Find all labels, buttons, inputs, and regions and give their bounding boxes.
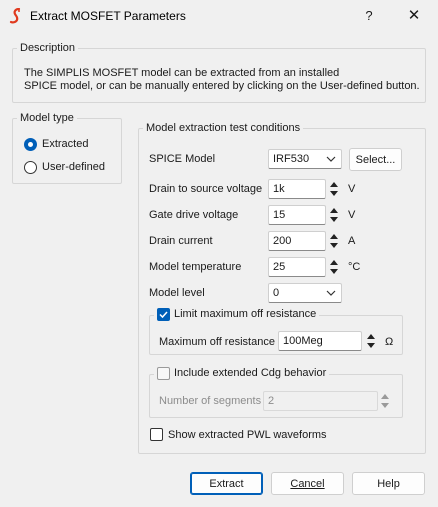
cancel-button-label: Cancel <box>290 478 325 490</box>
chevron-down-icon <box>326 156 336 162</box>
description-label: Description <box>17 42 79 54</box>
model-temperature-unit: °C <box>348 261 361 273</box>
help-icon[interactable]: ? <box>356 6 382 26</box>
description-line-1: The SIMPLIS MOSFET model can be extracte… <box>24 67 340 79</box>
drain-current-label: Drain current <box>149 235 213 247</box>
gate-drive-voltage-field[interactable]: 15 <box>268 205 326 225</box>
model-level-value: 0 <box>273 287 280 299</box>
user-defined-radio[interactable] <box>24 161 37 174</box>
extended-cdg-label[interactable]: Include extended Cdg behavior <box>174 367 326 379</box>
max-off-resistance-label: Maximum off resistance <box>159 336 275 348</box>
model-temperature-spinner[interactable] <box>328 257 340 277</box>
gate-drive-voltage-label: Gate drive voltage <box>149 209 239 221</box>
cancel-button[interactable]: Cancel <box>271 472 344 495</box>
select-button[interactable]: Select... <box>349 148 402 171</box>
model-level-label: Model level <box>149 287 205 299</box>
max-off-resistance-spinner[interactable] <box>365 331 377 351</box>
spice-model-value: IRF530 <box>273 153 310 165</box>
simplis-app-icon <box>9 8 21 24</box>
help-button[interactable]: Help <box>352 472 425 495</box>
checkmark-icon <box>159 311 168 319</box>
drain-source-voltage-spinner[interactable] <box>328 179 340 199</box>
limit-off-resistance-header: Limit maximum off resistance <box>154 308 320 322</box>
gate-drive-voltage-unit: V <box>348 209 356 221</box>
model-type-label: Model type <box>17 112 77 124</box>
show-pwl-label[interactable]: Show extracted PWL waveforms <box>168 429 327 441</box>
user-defined-radio-label[interactable]: User-defined <box>42 161 105 173</box>
model-level-dropdown[interactable]: 0 <box>268 283 342 303</box>
number-of-segments-field[interactable]: 2 <box>263 391 378 411</box>
limit-off-resistance-label[interactable]: Limit maximum off resistance <box>174 308 316 320</box>
spice-model-label: SPICE Model <box>149 153 216 165</box>
drain-current-spinner[interactable] <box>328 231 340 251</box>
model-temperature-label: Model temperature <box>149 261 242 273</box>
extended-cdg-header: Include extended Cdg behavior <box>154 367 330 381</box>
extracted-radio[interactable] <box>24 138 37 151</box>
close-icon[interactable]: ✕ <box>402 6 426 26</box>
drain-current-field[interactable]: 200 <box>268 231 326 251</box>
number-of-segments-spinner[interactable] <box>379 391 391 411</box>
extract-button[interactable]: Extract <box>190 472 263 495</box>
gate-drive-voltage-spinner[interactable] <box>328 205 340 225</box>
show-pwl-checkbox[interactable] <box>150 428 163 441</box>
model-type-group <box>12 118 122 184</box>
description-line-2: SPICE model, or can be manually entered … <box>24 80 420 92</box>
chevron-down-icon <box>326 290 336 296</box>
spice-model-dropdown[interactable]: IRF530 <box>268 149 342 169</box>
model-temperature-field[interactable]: 25 <box>268 257 326 277</box>
extended-cdg-checkbox[interactable] <box>157 367 170 380</box>
drain-source-voltage-label: Drain to source voltage <box>149 183 263 195</box>
drain-source-voltage-field[interactable]: 1k <box>268 179 326 199</box>
window-title: Extract MOSFET Parameters <box>30 9 186 23</box>
conditions-label: Model extraction test conditions <box>143 122 304 134</box>
max-off-resistance-unit: Ω <box>385 336 394 348</box>
limit-off-resistance-checkbox[interactable] <box>157 308 170 321</box>
drain-source-voltage-unit: V <box>348 183 356 195</box>
max-off-resistance-field[interactable]: 100Meg <box>278 331 362 351</box>
number-of-segments-label: Number of segments <box>159 395 262 407</box>
drain-current-unit: A <box>348 235 356 247</box>
extracted-radio-label[interactable]: Extracted <box>42 138 88 150</box>
